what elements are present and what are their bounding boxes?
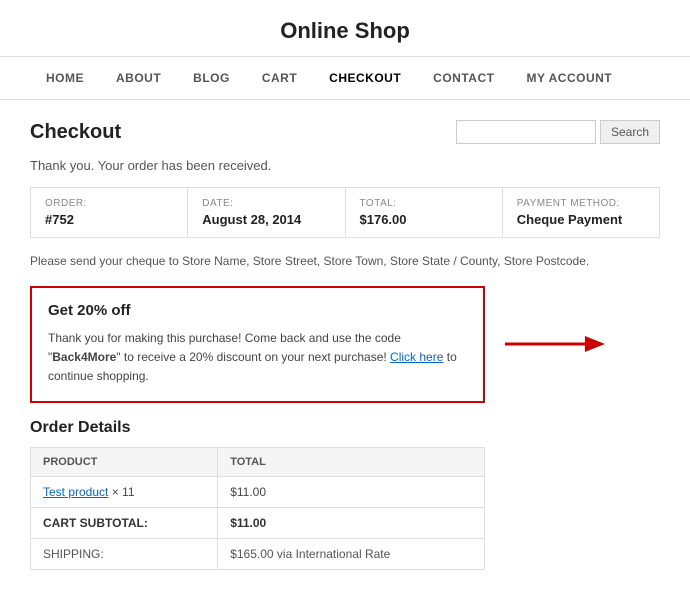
site-title: Online Shop	[280, 18, 410, 43]
checkout-title: Checkout	[30, 121, 121, 144]
payment-label: PAYMENT METHOD:	[517, 198, 645, 209]
promo-text-after: " to receive a 20% discount on your next…	[116, 350, 390, 364]
table-row-shipping: SHIPPING: $165.00 via International Rate	[31, 538, 485, 569]
table-row: Test product × 11 $11.00	[31, 476, 485, 507]
shipping-label-cell: SHIPPING:	[31, 538, 218, 569]
order-table: PRODUCT TOTAL Test product × 11 $11.00 C…	[30, 447, 485, 570]
nav-bar: HOME ABOUT BLOG CART CHECKOUT CONTACT MY…	[0, 57, 690, 100]
site-header: Online Shop	[0, 0, 690, 57]
promo-code: Back4More	[52, 350, 116, 364]
order-number-cell: ORDER: #752	[31, 188, 188, 237]
nav-item-blog[interactable]: BLOG	[177, 57, 246, 99]
nav-item-about[interactable]: ABOUT	[100, 57, 177, 99]
nav-item-cart[interactable]: CART	[246, 57, 313, 99]
order-date-cell: DATE: August 28, 2014	[188, 188, 345, 237]
total-value: $176.00	[360, 212, 488, 227]
main-content: Checkout Search Thank you. Your order ha…	[0, 100, 690, 590]
date-value: August 28, 2014	[202, 212, 330, 227]
red-arrow-icon	[495, 324, 615, 364]
order-details-title: Order Details	[30, 419, 660, 437]
nav-list: HOME ABOUT BLOG CART CHECKOUT CONTACT MY…	[30, 57, 660, 99]
promo-title: Get 20% off	[48, 302, 467, 319]
subtotal-value-cell: $11.00	[218, 507, 485, 538]
product-link[interactable]: Test product	[43, 485, 108, 499]
product-total-cell: $11.00	[218, 476, 485, 507]
col-product: PRODUCT	[31, 447, 218, 476]
search-box-wrapper: Search	[456, 120, 660, 144]
cheque-message: Please send your cheque to Store Name, S…	[30, 252, 660, 270]
payment-value: Cheque Payment	[517, 212, 645, 227]
search-button[interactable]: Search	[600, 120, 660, 144]
shipping-value-cell: $165.00 via International Rate	[218, 538, 485, 569]
product-name-cell: Test product × 11	[31, 476, 218, 507]
table-header-row: PRODUCT TOTAL	[31, 447, 485, 476]
thank-you-message: Thank you. Your order has been received.	[30, 158, 660, 173]
promo-link[interactable]: Click here	[390, 350, 443, 364]
col-total: TOTAL	[218, 447, 485, 476]
promo-container: Get 20% off Thank you for making this pu…	[30, 286, 485, 403]
checkout-header-row: Checkout Search	[30, 120, 660, 144]
order-info-row: ORDER: #752 DATE: August 28, 2014 TOTAL:…	[30, 187, 660, 238]
nav-item-contact[interactable]: CONTACT	[417, 57, 510, 99]
promo-text: Thank you for making this purchase! Come…	[48, 329, 467, 387]
order-label: ORDER:	[45, 198, 173, 209]
nav-item-home[interactable]: HOME	[30, 57, 100, 99]
promo-box: Get 20% off Thank you for making this pu…	[30, 286, 485, 403]
order-details-section: Order Details PRODUCT TOTAL Test product…	[30, 419, 660, 570]
payment-method-cell: PAYMENT METHOD: Cheque Payment	[503, 188, 659, 237]
total-label: TOTAL:	[360, 198, 488, 209]
table-row-subtotal: CART SUBTOTAL: $11.00	[31, 507, 485, 538]
order-value: #752	[45, 212, 173, 227]
date-label: DATE:	[202, 198, 330, 209]
search-input[interactable]	[456, 120, 596, 144]
nav-item-checkout[interactable]: CHECKOUT	[313, 57, 417, 99]
nav-item-myaccount[interactable]: MY ACCOUNT	[510, 57, 628, 99]
order-total-cell: TOTAL: $176.00	[346, 188, 503, 237]
subtotal-label-cell: CART SUBTOTAL:	[31, 507, 218, 538]
